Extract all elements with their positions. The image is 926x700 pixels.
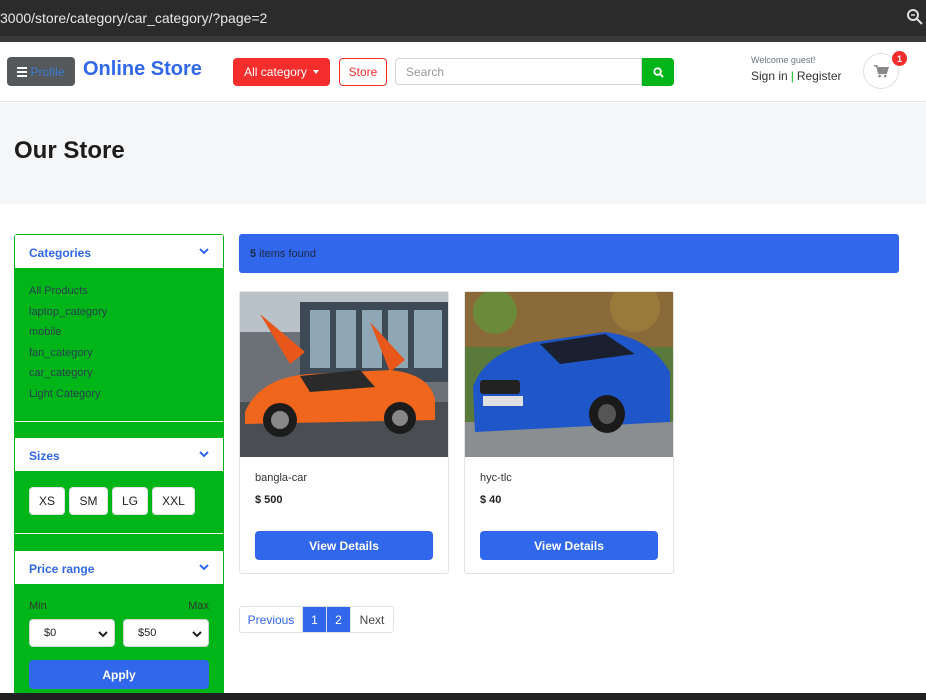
price-range-header[interactable]: Price range: [15, 551, 223, 584]
site-logo[interactable]: Online Store: [83, 58, 202, 81]
categories-title: Categories: [29, 246, 92, 260]
results-text: items found: [259, 247, 316, 260]
profile-button[interactable]: Profile: [7, 57, 75, 86]
price-range-title: Price range: [29, 562, 95, 576]
view-details-button[interactable]: View Details: [480, 531, 658, 560]
taskbar: [0, 693, 926, 700]
browser-url-bar[interactable]: 3000/store/category/car_category/?page=2: [0, 0, 926, 36]
all-category-dropdown[interactable]: All category: [233, 58, 330, 86]
sizes-header[interactable]: Sizes: [15, 438, 223, 471]
category-list: All Products laptop_category mobile fan_…: [29, 284, 107, 408]
divider: [15, 421, 223, 422]
product-card: hyc-tlc $ 40 View Details: [464, 291, 674, 574]
product-price: $ 500: [255, 494, 283, 506]
pagination-page-1[interactable]: 1: [303, 607, 327, 632]
results-count: 5: [250, 247, 257, 260]
product-image-blue-car[interactable]: [465, 292, 673, 457]
category-item[interactable]: mobile: [29, 325, 107, 346]
search-icon: [652, 66, 664, 78]
category-item[interactable]: Light Category: [29, 387, 107, 408]
pagination-next[interactable]: Next: [351, 607, 393, 632]
profile-label: Profile: [30, 64, 65, 79]
apply-button[interactable]: Apply: [29, 660, 209, 689]
menu-icon: [17, 67, 28, 77]
all-category-label: All category: [244, 65, 307, 79]
category-item[interactable]: car_category: [29, 366, 107, 387]
site-header: Profile Online Store All category Store …: [0, 42, 926, 102]
register-link[interactable]: Register: [797, 69, 842, 83]
auth-links: Sign in | Register: [751, 69, 842, 83]
category-item[interactable]: laptop_category: [29, 305, 107, 326]
size-option-sm[interactable]: SM: [69, 487, 108, 515]
product-name[interactable]: bangla-car: [255, 472, 307, 484]
size-option-xs[interactable]: XS: [29, 487, 65, 515]
view-details-button[interactable]: View Details: [255, 531, 433, 560]
product-image-orange-car[interactable]: [240, 292, 448, 457]
sizes-title: Sizes: [29, 449, 60, 463]
url-text[interactable]: 3000/store/category/car_category/?page=2: [0, 10, 267, 26]
min-price-select[interactable]: $0: [29, 619, 115, 647]
shopping-cart-icon: [873, 64, 889, 77]
size-option-xxl[interactable]: XXL: [152, 487, 195, 515]
category-item[interactable]: All Products: [29, 284, 107, 305]
max-label: Max: [188, 600, 209, 612]
welcome-text: Welcome guest!: [751, 55, 816, 65]
max-price-select[interactable]: $50: [123, 619, 209, 647]
zoom-icon[interactable]: [906, 8, 924, 26]
pagination: Previous 1 2 Next: [239, 606, 394, 633]
pagination-previous[interactable]: Previous: [240, 607, 303, 632]
sign-in-link[interactable]: Sign in: [751, 69, 788, 83]
pagination-page-2[interactable]: 2: [327, 607, 351, 632]
store-button[interactable]: Store: [339, 58, 387, 86]
product-name[interactable]: hyc-tlc: [480, 472, 512, 484]
search-button[interactable]: [642, 58, 674, 86]
category-item[interactable]: fan_category: [29, 346, 107, 367]
filter-sidebar: Categories All Products laptop_category …: [14, 234, 224, 700]
caret-down-icon: [312, 70, 319, 74]
divider: [15, 533, 223, 534]
search-input[interactable]: Search: [395, 58, 642, 85]
chevron-down-icon: [98, 631, 108, 638]
size-options: XS SM LG XXL: [29, 487, 195, 515]
page-title: Our Store: [14, 137, 125, 164]
categories-header[interactable]: Categories: [15, 235, 223, 268]
max-price-value: $50: [138, 627, 157, 639]
cart-count-badge: 1: [892, 51, 907, 66]
page-header-band: Our Store: [0, 103, 926, 204]
min-price-value: $0: [44, 627, 57, 639]
chevron-down-icon: [192, 631, 202, 638]
chevron-down-icon: [199, 451, 209, 458]
product-card: bangla-car $ 500 View Details: [239, 291, 449, 574]
product-price: $ 40: [480, 494, 502, 506]
chevron-down-icon: [199, 248, 209, 255]
results-count-bar: 5 items found: [239, 234, 899, 273]
chevron-down-icon: [199, 564, 209, 571]
size-option-lg[interactable]: LG: [112, 487, 148, 515]
min-label: Min: [29, 600, 47, 612]
